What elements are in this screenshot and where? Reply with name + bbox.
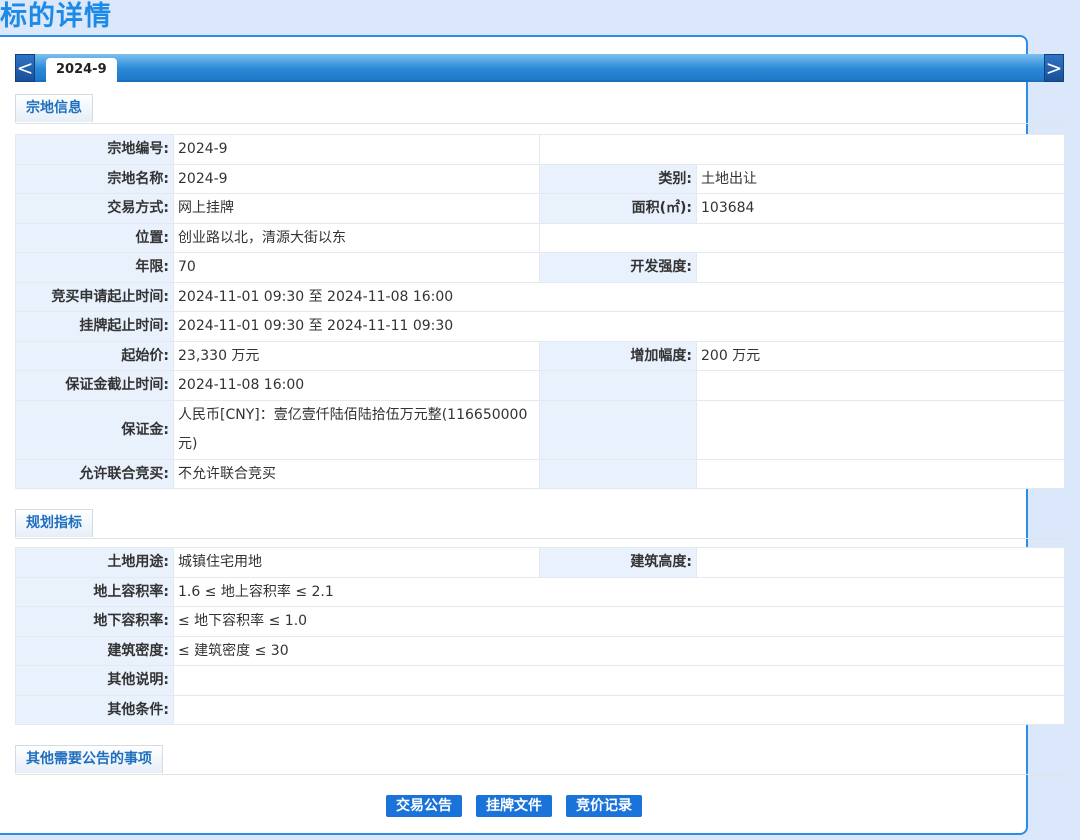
dev-intensity-value (696, 252, 1065, 283)
bid-records-button[interactable]: 竞价记录 (566, 795, 642, 817)
tab-prev-button[interactable]: < (15, 54, 35, 82)
far-below-value: ≤ 地下容积率 ≤ 1.0 (173, 606, 1065, 637)
starting-price-value: 23,330 万元 (173, 340, 540, 371)
detail-panel: < 2024-9 > 宗地信息 宗地编号: 2024-9 宗地名称: 2024-… (0, 35, 1065, 835)
empty-cell (696, 399, 1065, 460)
joint-bid-label: 允许联合竞买: (15, 458, 174, 489)
other-notes-label: 其他说明: (15, 665, 174, 696)
deposit-label: 保证金: (15, 399, 174, 460)
far-below-label: 地下容积率: (15, 606, 174, 637)
parcel-no-value: 2024-9 (173, 134, 540, 165)
dev-intensity-label: 开发强度: (539, 252, 697, 283)
section-land-title[interactable]: 宗地信息 (15, 94, 93, 122)
land-use-label: 土地用途: (15, 547, 174, 578)
planning-table: 土地用途: 城镇住宅用地 建筑高度: 地上容积率: 1.6 ≤ 地上容积率 ≤ … (15, 547, 1065, 725)
building-height-value (696, 547, 1065, 578)
parcel-name-value: 2024-9 (173, 163, 540, 194)
tab-next-button[interactable]: > (1044, 54, 1064, 82)
empty-cell (696, 370, 1065, 401)
deposit-deadline-label: 保证金截止时间: (15, 370, 174, 401)
parcel-name-label: 宗地名称: (15, 163, 174, 194)
page-title: 标的详情 (0, 1, 112, 32)
bid-apply-period-value: 2024-11-01 09:30 至 2024-11-08 16:00 (173, 281, 1065, 312)
chevron-left-icon: < (16, 56, 34, 80)
term-value: 70 (173, 252, 540, 283)
table-row: 宗地名称: 2024-9 类别: 土地出让 (15, 163, 1065, 194)
section-planning-header: 规划指标 (15, 509, 1064, 539)
starting-price-label: 起始价: (15, 340, 174, 371)
other-conditions-label: 其他条件: (15, 694, 174, 725)
announcement-button[interactable]: 交易公告 (386, 795, 462, 817)
listing-period-label: 挂牌起止时间: (15, 311, 174, 342)
increment-label: 增加幅度: (539, 340, 697, 371)
parcel-no-label: 宗地编号: (15, 134, 174, 165)
trade-method-value: 网上挂牌 (173, 193, 540, 224)
other-conditions-value (173, 694, 1065, 725)
deposit-value: 人民币[CNY]：壹亿壹仟陆佰陆拾伍万元整(116650000元) (173, 399, 540, 460)
term-label: 年限: (15, 252, 174, 283)
increment-value: 200 万元 (696, 340, 1065, 371)
table-row: 地上容积率: 1.6 ≤ 地上容积率 ≤ 2.1 (15, 576, 1065, 607)
table-row: 地下容积率: ≤ 地下容积率 ≤ 1.0 (15, 606, 1065, 637)
table-row: 保证金: 人民币[CNY]：壹亿壹仟陆佰陆拾伍万元整(116650000元) (15, 399, 1065, 460)
empty-label-cell (539, 399, 697, 460)
location-value: 创业路以北，清源大街以东 (173, 222, 540, 253)
tab-2024-9[interactable]: 2024-9 (46, 58, 117, 82)
listing-period-value: 2024-11-01 09:30 至 2024-11-11 09:30 (173, 311, 1065, 342)
land-use-value: 城镇住宅用地 (173, 547, 540, 578)
table-row: 其他条件: (15, 694, 1065, 725)
table-row: 其他说明: (15, 665, 1065, 696)
bid-apply-period-label: 竞买申请起止时间: (15, 281, 174, 312)
table-row: 挂牌起止时间: 2024-11-01 09:30 至 2024-11-11 09… (15, 311, 1065, 342)
section-planning-title[interactable]: 规划指标 (15, 509, 93, 537)
empty-cell (696, 458, 1065, 489)
building-height-label: 建筑高度: (539, 547, 697, 578)
empty-cell (539, 222, 1065, 253)
table-row: 竞买申请起止时间: 2024-11-01 09:30 至 2024-11-08 … (15, 281, 1065, 312)
building-density-value: ≤ 建筑密度 ≤ 30 (173, 635, 1065, 666)
area-label: 面积(㎡): (539, 193, 697, 224)
category-label: 类别: (539, 163, 697, 194)
area-value: 103684 (696, 193, 1065, 224)
location-label: 位置: (15, 222, 174, 253)
table-row: 起始价: 23,330 万元 增加幅度: 200 万元 (15, 340, 1065, 371)
table-row: 保证金截止时间: 2024-11-08 16:00 (15, 370, 1065, 401)
listing-docs-button[interactable]: 挂牌文件 (476, 795, 552, 817)
table-row: 位置: 创业路以北，清源大街以东 (15, 222, 1065, 253)
chevron-right-icon: > (1045, 56, 1063, 80)
building-density-label: 建筑密度: (15, 635, 174, 666)
joint-bid-value: 不允许联合竞买 (173, 458, 540, 489)
trade-method-label: 交易方式: (15, 193, 174, 224)
table-row: 土地用途: 城镇住宅用地 建筑高度: (15, 547, 1065, 578)
empty-cell (539, 134, 1065, 165)
other-notes-value (173, 665, 1065, 696)
tab-bar: < 2024-9 > (15, 54, 1064, 82)
far-above-value: 1.6 ≤ 地上容积率 ≤ 2.1 (173, 576, 1065, 607)
category-value: 土地出让 (696, 163, 1065, 194)
table-row: 年限: 70 开发强度: (15, 252, 1065, 283)
section-land-header: 宗地信息 (15, 94, 1064, 124)
table-row: 允许联合竞买: 不允许联合竞买 (15, 458, 1065, 489)
section-other-title[interactable]: 其他需要公告的事项 (15, 745, 163, 773)
table-row: 宗地编号: 2024-9 (15, 134, 1065, 165)
far-above-label: 地上容积率: (15, 576, 174, 607)
section-other-header: 其他需要公告的事项 (15, 745, 1064, 775)
deposit-deadline-value: 2024-11-08 16:00 (173, 370, 540, 401)
empty-label-cell (539, 370, 697, 401)
table-row: 交易方式: 网上挂牌 面积(㎡): 103684 (15, 193, 1065, 224)
land-info-table: 宗地编号: 2024-9 宗地名称: 2024-9 类别: 土地出让 交易方式:… (15, 134, 1065, 489)
empty-label-cell (539, 458, 697, 489)
action-buttons: 交易公告 挂牌文件 竞价记录 (0, 795, 1028, 817)
table-row: 建筑密度: ≤ 建筑密度 ≤ 30 (15, 635, 1065, 666)
